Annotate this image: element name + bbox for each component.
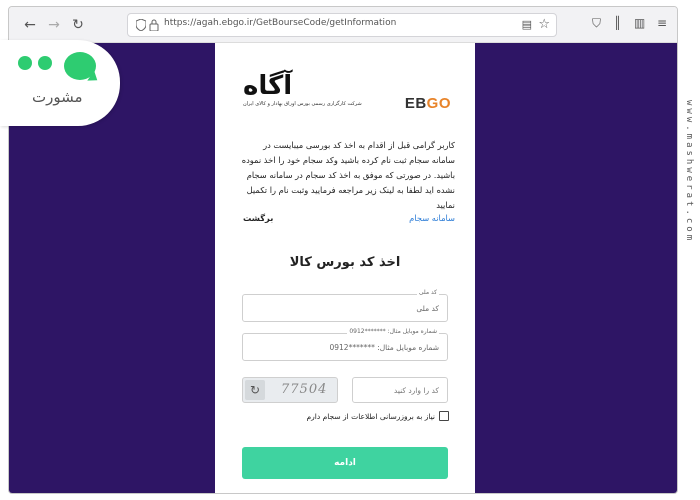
sejam-update-checkbox-row[interactable]: نیاز به بروزرسانی اطلاعات از سجام دارم: [307, 411, 449, 421]
sejam-update-checkbox[interactable]: [439, 411, 449, 421]
ebgo-logo-go: GO: [426, 95, 451, 112]
mobile-label: شماره موبایل مثال: *******0912: [347, 328, 439, 335]
mashwerat-logo-word: مشورت: [32, 88, 83, 106]
mobile-placeholder: شماره موبایل مثال: *******0912: [329, 343, 439, 352]
sidebar-icon[interactable]: ▥: [634, 16, 645, 34]
forward-arrow-icon[interactable]: →: [45, 16, 63, 34]
form-card: آگاه شرکت کارگزاری رسمی بورس اوراق بهادا…: [215, 43, 475, 493]
national-code-placeholder: کد ملی: [416, 304, 439, 313]
ebgo-logo: EBGO: [405, 95, 451, 112]
captcha-code: 77504: [281, 382, 328, 397]
national-code-field[interactable]: کد ملی کد ملی: [242, 289, 448, 322]
sejam-update-checkbox-label: نیاز به بروزرسانی اطلاعات از سجام دارم: [306, 411, 435, 421]
captcha-image: ↻ 77504: [242, 377, 338, 403]
lock-icon: [149, 19, 159, 31]
url-text[interactable]: https://agah.ebgo.ir/GetBourseCode/getIn…: [164, 18, 396, 28]
reload-icon[interactable]: ↻: [69, 16, 87, 34]
captcha-input[interactable]: کد را وارد کنید: [352, 377, 448, 403]
address-bar[interactable]: https://agah.ebgo.ir/GetBourseCode/getIn…: [127, 13, 557, 37]
back-link[interactable]: برگشت: [243, 213, 273, 223]
mashwerat-badge: مشورت: [0, 40, 120, 126]
reader-view-icon[interactable]: ▤: [522, 18, 532, 31]
menu-icon[interactable]: ≡: [657, 16, 667, 34]
extension-icon[interactable]: ⛉: [592, 16, 601, 34]
captcha-placeholder: کد را وارد کنید: [393, 386, 439, 395]
side-watermark-url: www.mashwerat.com: [684, 100, 694, 244]
sejam-link[interactable]: سامانه سجام: [409, 213, 455, 223]
library-icon[interactable]: ║: [614, 16, 621, 34]
back-arrow-icon[interactable]: ←: [21, 16, 39, 34]
shield-icon: [136, 19, 146, 31]
form-title: اخذ کد بورس کالا: [289, 255, 401, 270]
agah-logo-tagline: شرکت کارگزاری رسمی بورس اوراق بهادار و ک…: [243, 101, 362, 107]
ebgo-logo-eb: EB: [404, 95, 427, 112]
star-icon[interactable]: ☆: [538, 17, 550, 32]
mobile-field[interactable]: شماره موبایل مثال: *******0912 شماره موب…: [242, 328, 448, 361]
browser-toolbar: ← → ↻ https://agah.ebgo.ir/GetBourseCode…: [9, 7, 677, 43]
agah-logo-word: آگاه: [243, 71, 293, 101]
national-code-label: کد ملی: [416, 289, 439, 296]
agah-logo: آگاه شرکت کارگزاری رسمی بورس اوراق بهادا…: [243, 71, 362, 111]
intro-text: کاربر گرامی قبل از اقدام به اخذ کد بورسی…: [241, 140, 455, 210]
captcha-refresh-icon[interactable]: ↻: [245, 380, 265, 400]
continue-button[interactable]: ادامه: [242, 447, 448, 479]
